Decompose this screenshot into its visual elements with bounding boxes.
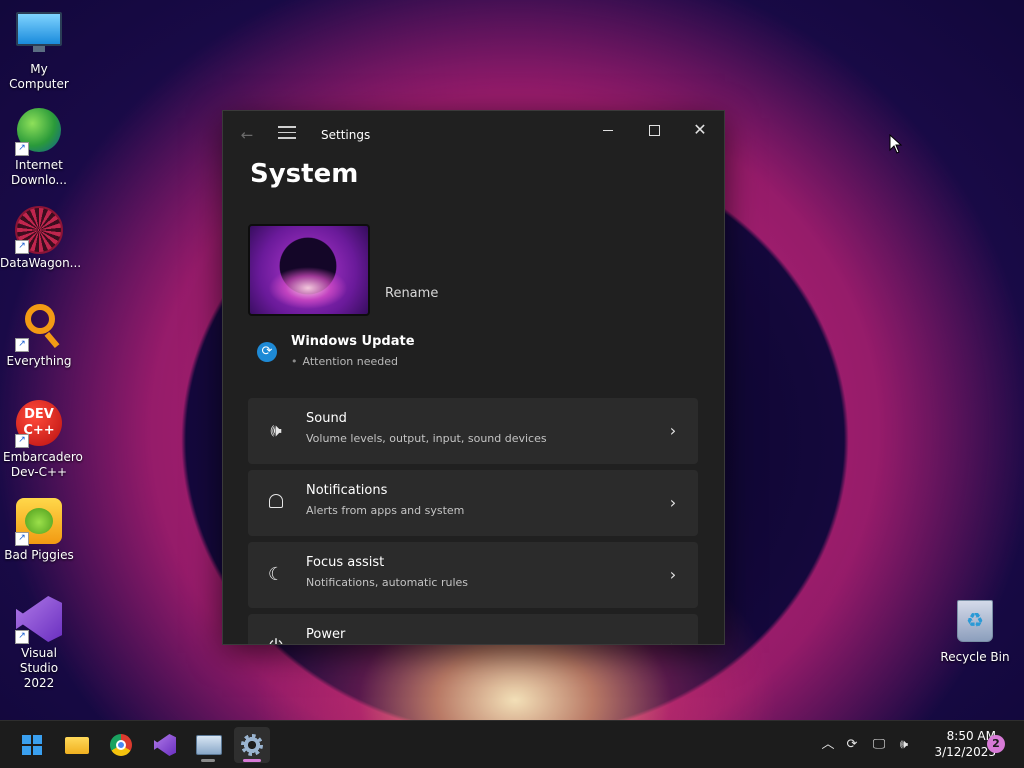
devcpp-icon: DEV C++ ↗ bbox=[15, 400, 63, 448]
taskbar-remote-desktop[interactable] bbox=[190, 727, 226, 763]
maximize-button[interactable] bbox=[631, 115, 677, 145]
recycle-bin-icon: ♻ bbox=[951, 600, 999, 648]
start-icon bbox=[22, 735, 42, 755]
desktop-icon-dev-cpp[interactable]: DEV C++ ↗ Embarcadero Dev-C++ bbox=[0, 400, 83, 480]
desktop-icon-label: My Computer bbox=[9, 62, 69, 91]
desktop-icon-label: DataWagon... bbox=[0, 256, 82, 270]
speaker-icon: 🕪 bbox=[270, 420, 282, 441]
desktop-icon-bad-piggies[interactable]: ↗ Bad Piggies bbox=[0, 498, 78, 563]
card-title: Sound bbox=[306, 411, 347, 426]
rename-link[interactable]: Rename bbox=[385, 286, 438, 301]
tray-network[interactable]: 🖵 bbox=[869, 721, 889, 768]
idm-icon: ↗ bbox=[15, 108, 63, 156]
desktop-icon-recycle-bin[interactable]: ♻ Recycle Bin bbox=[936, 596, 1014, 665]
visual-studio-icon: ↗ bbox=[15, 596, 63, 644]
setting-card-power[interactable]: ⏻ Power › bbox=[248, 614, 698, 644]
remote-desktop-icon bbox=[196, 735, 222, 755]
windows-update-icon[interactable]: ⟳ bbox=[257, 342, 277, 362]
taskbar-chrome[interactable] bbox=[103, 727, 139, 763]
visual-studio-icon bbox=[154, 734, 176, 756]
clock-date: 3/12/2023 bbox=[934, 745, 996, 759]
title-bar[interactable]: ← Settings ✕ bbox=[223, 111, 724, 157]
back-arrow-icon[interactable]: ← bbox=[237, 125, 257, 145]
desktop-icon-label: Visual Studio 2022 bbox=[19, 646, 59, 690]
windows-update-status-text: Attention needed bbox=[302, 355, 399, 368]
bad-piggies-icon: ↗ bbox=[15, 498, 63, 546]
card-title: Focus assist bbox=[306, 555, 385, 570]
shortcut-arrow-icon: ↗ bbox=[15, 630, 29, 644]
clock-time: 8:50 AM bbox=[946, 729, 996, 743]
notification-badge[interactable]: 2 bbox=[987, 735, 1005, 753]
desktop-icon-my-computer[interactable]: My Computer bbox=[0, 8, 78, 92]
card-title: Power bbox=[306, 627, 346, 642]
card-subtitle: Volume levels, output, input, sound devi… bbox=[306, 432, 547, 445]
taskbar-file-explorer[interactable] bbox=[59, 727, 95, 763]
card-subtitle: Alerts from apps and system bbox=[306, 504, 465, 517]
desktop-icon-visual-studio[interactable]: ↗ Visual Studio 2022 bbox=[0, 596, 78, 691]
desktop-icon-label: Embarcadero Dev-C++ bbox=[3, 450, 83, 479]
close-button[interactable]: ✕ bbox=[677, 115, 723, 145]
minimize-icon bbox=[603, 129, 613, 131]
setting-card-notifications[interactable]: Notifications Alerts from apps and syste… bbox=[248, 470, 698, 536]
window-title: Settings bbox=[321, 128, 371, 142]
desktop-icon-label: Internet Downlo... bbox=[11, 158, 67, 187]
bell-icon bbox=[264, 492, 288, 514]
device-wallpaper-thumbnail bbox=[248, 224, 370, 316]
datawagon-icon: ↗ bbox=[15, 206, 63, 254]
desktop-icon-everything[interactable]: ↗ Everything bbox=[0, 302, 78, 369]
update-sync-icon: ⟳ bbox=[846, 737, 858, 752]
chevron-up-icon: ︿ bbox=[821, 737, 835, 752]
shortcut-arrow-icon: ↗ bbox=[15, 240, 29, 254]
page-title: System bbox=[250, 159, 359, 189]
tray-volume[interactable]: 🕪 bbox=[894, 721, 914, 768]
volume-icon: 🕪 bbox=[899, 737, 909, 752]
start-button[interactable] bbox=[14, 727, 50, 763]
show-hidden-icons-button[interactable]: ︿ bbox=[818, 721, 838, 768]
chevron-right-icon: › bbox=[669, 565, 677, 584]
running-indicator bbox=[201, 759, 215, 762]
desktop-icon-label: Bad Piggies bbox=[4, 548, 74, 562]
windows-update-status: • Attention needed bbox=[291, 355, 399, 368]
taskbar: ︿ ⟳ 🖵 🕪 8:50 AM 3/12/2023 bbox=[0, 720, 1024, 768]
chevron-right-icon: › bbox=[666, 636, 680, 644]
windows-update-title[interactable]: Windows Update bbox=[291, 334, 415, 349]
tray-update-status[interactable]: ⟳ bbox=[842, 721, 862, 768]
desktop-icon-label: Recycle Bin bbox=[940, 650, 1010, 664]
moon-icon: ☾ bbox=[267, 564, 285, 585]
power-icon: ⏻ bbox=[264, 636, 288, 644]
chrome-icon bbox=[110, 734, 132, 756]
close-icon: ✕ bbox=[693, 120, 707, 139]
shortcut-arrow-icon: ↗ bbox=[15, 338, 29, 352]
settings-window: ← Settings ✕ System Rename ⟳ Windows Upd… bbox=[222, 110, 725, 645]
setting-card-focus-assist[interactable]: ☾ Focus assist Notifications, automatic … bbox=[248, 542, 698, 608]
computer-icon bbox=[15, 12, 63, 60]
desktop-icon-datawagon[interactable]: ↗ DataWagon... bbox=[0, 204, 82, 271]
chevron-right-icon: › bbox=[669, 421, 677, 440]
maximize-icon bbox=[648, 124, 660, 136]
card-subtitle: Notifications, automatic rules bbox=[306, 576, 469, 589]
file-explorer-icon bbox=[65, 737, 89, 754]
minimize-button[interactable] bbox=[585, 115, 631, 145]
active-indicator bbox=[243, 759, 261, 762]
card-title: Notifications bbox=[306, 483, 388, 498]
desktop-icon-internet-download-manager[interactable]: ↗ Internet Downlo... bbox=[0, 106, 78, 188]
desktop-icon-label: Everything bbox=[6, 354, 72, 368]
setting-card-sound[interactable]: 🕪 Sound Volume levels, output, input, so… bbox=[248, 398, 698, 464]
taskbar-settings[interactable] bbox=[234, 727, 270, 763]
shortcut-arrow-icon: ↗ bbox=[15, 142, 29, 156]
settings-icon bbox=[241, 734, 263, 756]
taskbar-visual-studio[interactable] bbox=[147, 727, 183, 763]
chevron-right-icon: › bbox=[669, 493, 677, 512]
shortcut-arrow-icon: ↗ bbox=[15, 434, 29, 448]
everything-icon: ↗ bbox=[15, 304, 63, 352]
shortcut-arrow-icon: ↗ bbox=[15, 532, 29, 546]
network-icon: 🖵 bbox=[872, 737, 886, 752]
taskbar-clock[interactable]: 8:50 AM 3/12/2023 bbox=[920, 728, 996, 760]
hamburger-menu-icon[interactable] bbox=[278, 126, 296, 140]
